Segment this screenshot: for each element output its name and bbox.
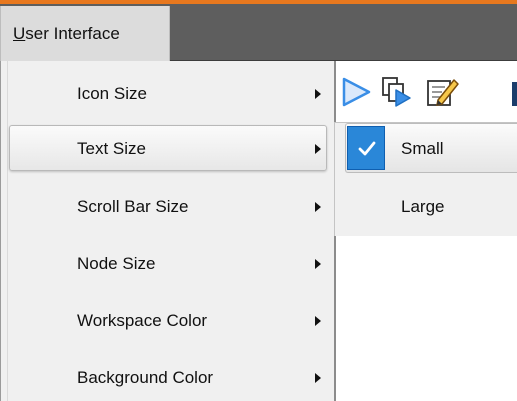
run-pages-icon[interactable] <box>380 74 416 110</box>
partial-toolbar-icon[interactable] <box>512 74 517 110</box>
text-size-submenu: Small Large <box>334 122 517 236</box>
menu-item-background-color[interactable]: Background Color <box>9 354 327 400</box>
submenu-item-large[interactable]: Large <box>335 181 517 231</box>
menu-item-label: Scroll Bar Size <box>77 197 189 216</box>
menu-user-interface-label: User Interface <box>13 24 120 44</box>
submenu-item-small[interactable]: Small <box>335 123 517 173</box>
menu-item-node-size[interactable]: Node Size <box>9 240 327 286</box>
menu-item-scroll-bar-size[interactable]: Scroll Bar Size <box>9 183 327 229</box>
menu-mnemonic: U <box>13 24 26 43</box>
user-interface-dropdown: Icon Size Text Size Scroll Bar Size Node… <box>0 61 336 401</box>
menu-item-icon-size[interactable]: Icon Size <box>9 70 327 116</box>
menu-item-text-size[interactable]: Text Size <box>9 125 327 171</box>
submenu-arrow-icon <box>315 259 321 269</box>
menu-label-text: ser Interface <box>25 24 120 43</box>
menu-item-label: Workspace Color <box>77 311 208 330</box>
menu-user-interface[interactable]: User Interface <box>0 6 170 61</box>
submenu-item-label: Small <box>401 139 444 158</box>
submenu-arrow-icon <box>315 144 321 154</box>
menu-item-label: Node Size <box>77 254 156 273</box>
checkmark-icon <box>347 126 385 170</box>
menu-item-workspace-color[interactable]: Workspace Color <box>9 297 327 343</box>
menu-bar: User Interface <box>0 4 517 61</box>
menu-item-label: Background Color <box>77 368 214 387</box>
edit-note-icon[interactable] <box>424 74 460 110</box>
menu-item-label: Text Size <box>77 139 146 158</box>
submenu-arrow-icon <box>315 373 321 383</box>
toolbar <box>336 61 517 122</box>
submenu-item-label: Large <box>401 197 445 216</box>
submenu-arrow-icon <box>315 316 321 326</box>
dropdown-icon-gutter <box>7 61 8 401</box>
play-icon[interactable] <box>338 74 374 110</box>
submenu-arrow-icon <box>315 89 321 99</box>
menu-item-label: Icon Size <box>77 84 147 103</box>
submenu-arrow-icon <box>315 202 321 212</box>
